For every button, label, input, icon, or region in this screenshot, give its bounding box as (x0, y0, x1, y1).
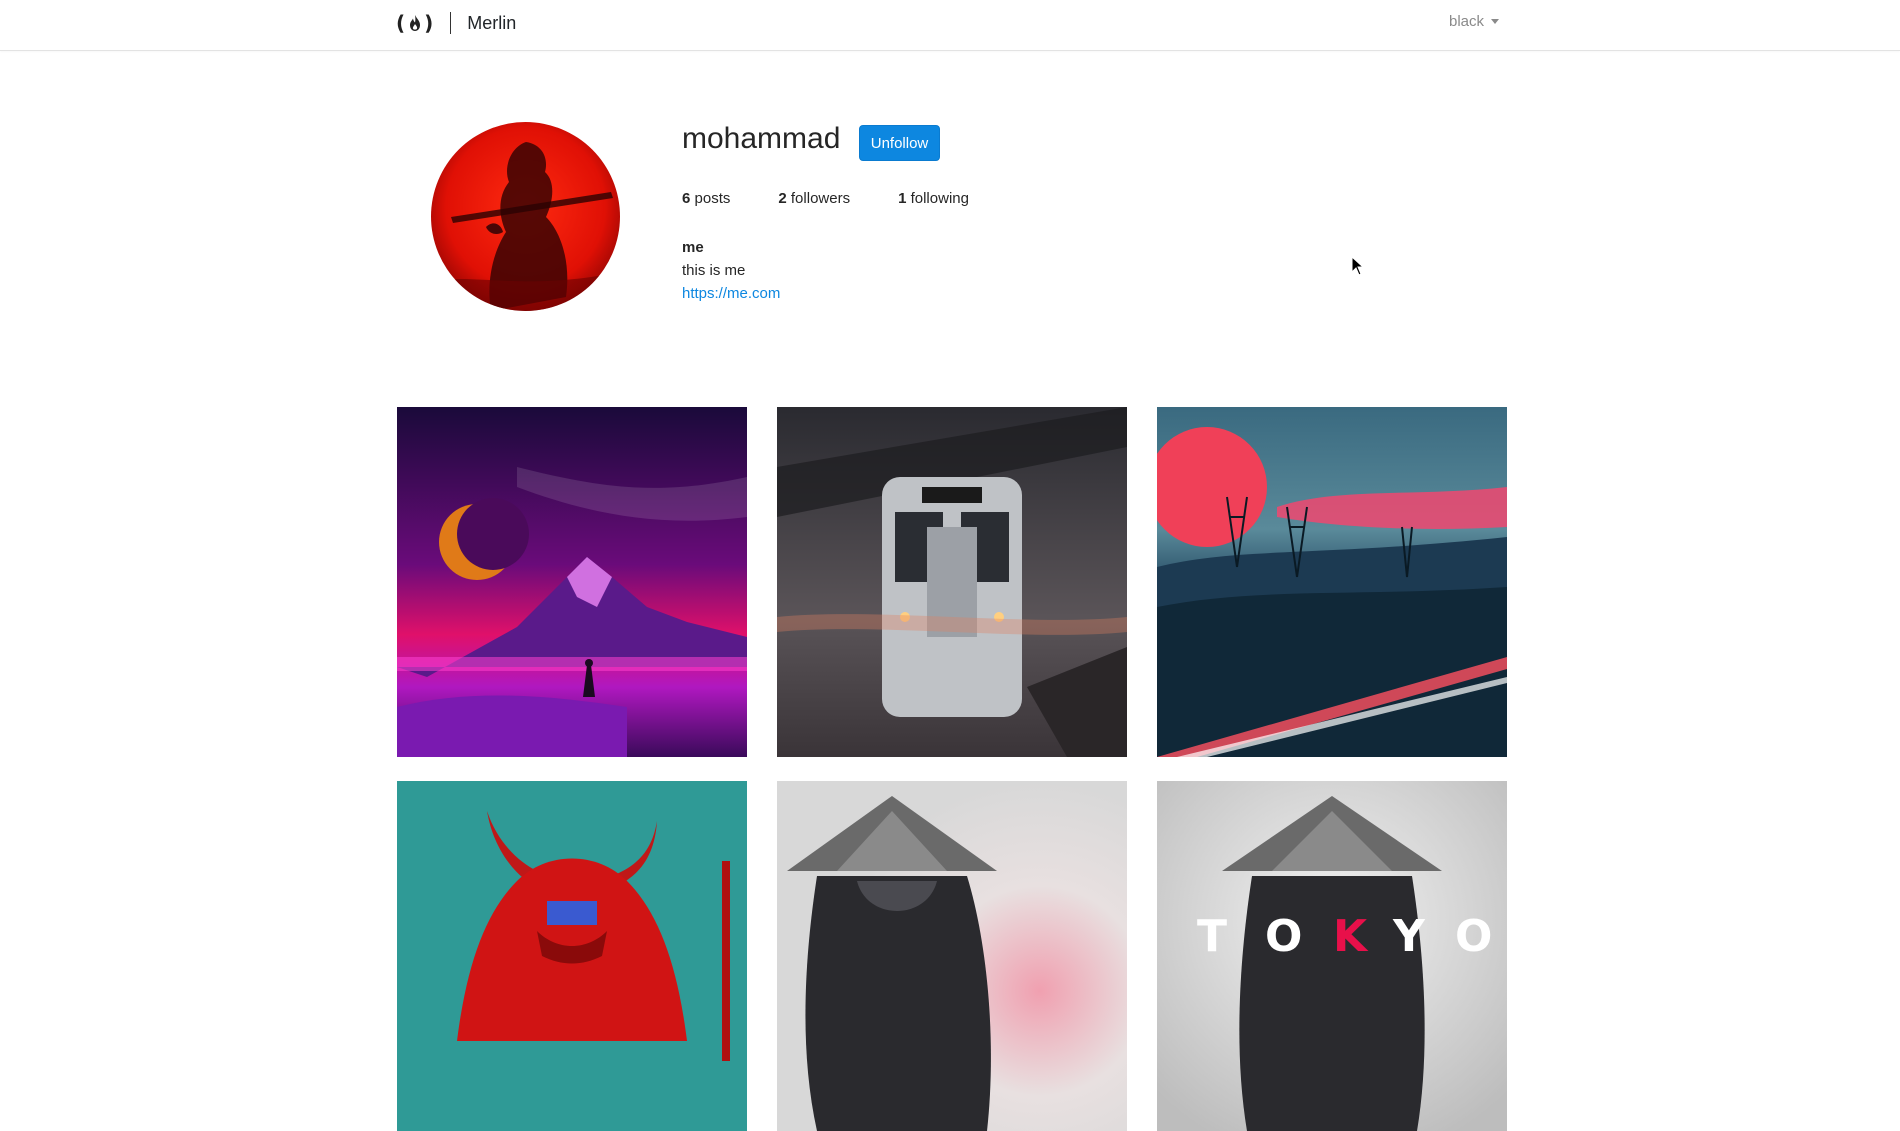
navbar: ( ) Merlin black (0, 0, 1900, 51)
svg-text:T: T (1197, 911, 1245, 962)
profile-avatar[interactable] (431, 122, 620, 311)
brand-divider (450, 12, 452, 34)
followers-label: followers (790, 190, 851, 207)
followers-count: 2 (778, 190, 787, 207)
profile-username: mohammad (682, 122, 841, 155)
svg-text:Y: Y (1392, 911, 1443, 962)
user-menu-label: black (1449, 13, 1485, 30)
unfollow-button[interactable]: Unfollow (859, 125, 940, 161)
post-thumbnail[interactable] (397, 407, 747, 757)
user-menu-dropdown[interactable]: black (1449, 13, 1500, 30)
svg-text:O: O (1455, 911, 1507, 962)
mouse-cursor-icon (1351, 256, 1365, 276)
svg-text:O: O (1265, 911, 1320, 962)
brand-name: Merlin (467, 12, 517, 33)
bio-name: me (682, 239, 704, 256)
post-thumbnail[interactable] (777, 781, 1127, 1131)
post-thumbnail[interactable] (1157, 407, 1507, 757)
profile-stats: 6 posts 2 followers 1 following (682, 190, 1017, 207)
profile-bio: me this is me https://me.com (682, 236, 780, 305)
caret-down-icon (1491, 19, 1500, 24)
post-thumbnail[interactable] (397, 781, 747, 1131)
posts-stat: 6 posts (682, 190, 730, 207)
bio-text: this is me (682, 262, 746, 279)
svg-text:K: K (1333, 911, 1385, 962)
followers-stat[interactable]: 2 followers (778, 190, 850, 207)
posts-count: 6 (682, 190, 691, 207)
following-stat[interactable]: 1 following (898, 190, 969, 207)
posts-label: posts (694, 190, 731, 207)
following-label: following (910, 190, 969, 207)
posts-grid: T O K Y O (397, 407, 1509, 1131)
post-thumbnail[interactable] (777, 407, 1127, 757)
post-thumbnail[interactable]: T O K Y O (1157, 781, 1507, 1131)
bio-website-link[interactable]: https://me.com (682, 285, 780, 302)
fcc-logo-icon: ( ) (396, 11, 435, 35)
brand-home-link[interactable]: ( ) Merlin (396, 10, 516, 36)
following-count: 1 (898, 190, 907, 207)
